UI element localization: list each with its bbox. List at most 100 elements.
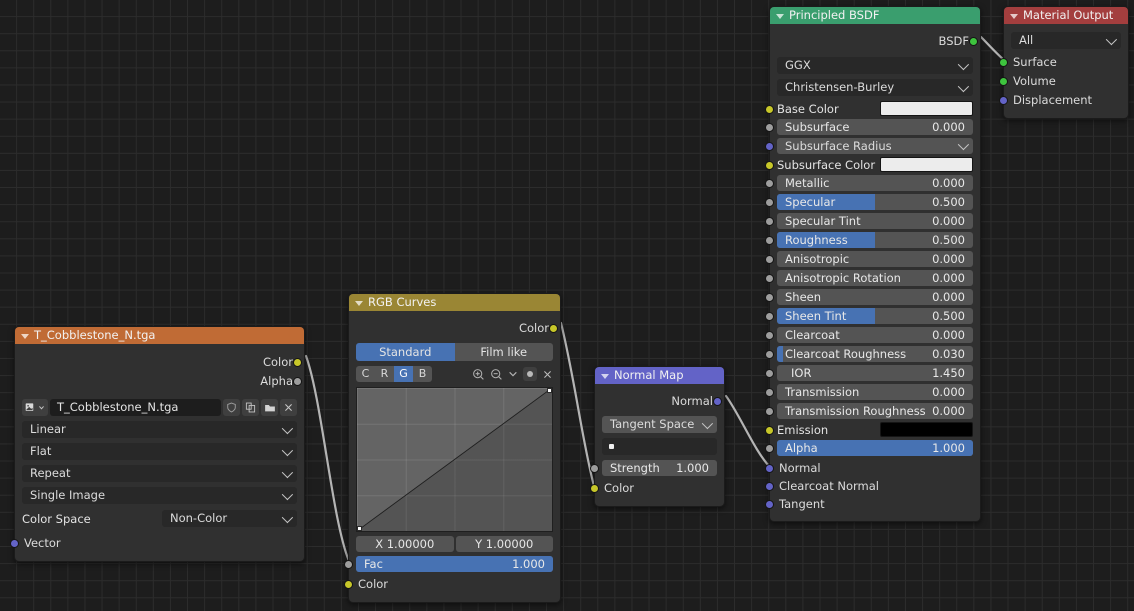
socket-in-roughness[interactable] [765,236,774,245]
fake-user-shield-button[interactable] [223,399,240,416]
projection-dropdown[interactable]: Flat [22,443,297,460]
emission-color-swatch[interactable] [880,422,973,437]
node-material-output-header[interactable]: Material Output [1004,7,1128,24]
unlink-image-button[interactable] [280,399,297,416]
delete-x-icon[interactable] [542,369,553,380]
input-row-subsurface-color[interactable]: Subsurface Color [765,157,973,172]
input-row-subsurface-radius[interactable]: Subsurface Radius [765,138,973,154]
input-row-subsurface[interactable]: Subsurface 0.000 [765,119,973,135]
image-name-field[interactable]: T_Cobblestone_N.tga [50,399,221,416]
output-target-dropdown[interactable]: All [1011,32,1121,49]
collapse-triangle-icon[interactable] [21,333,29,339]
socket-in-metallic[interactable] [765,179,774,188]
anisotropic-rotation-slider[interactable]: Anisotropic Rotation 0.000 [777,270,973,286]
curve-control-point[interactable] [357,526,362,531]
node-principled-bsdf[interactable]: Principled BSDF BSDF GGX Christensen-Bur… [765,6,981,522]
collapse-triangle-icon[interactable] [601,373,609,379]
input-row-strength[interactable]: Strength 1.000 [590,460,717,476]
input-row-emission[interactable]: Emission [765,422,973,437]
input-row-ior[interactable]: IOR 1.450 [765,365,973,381]
socket-in-transmission[interactable] [765,388,774,397]
input-row-base-color[interactable]: Base Color [765,101,973,116]
input-row-sheen[interactable]: Sheen 0.000 [765,289,973,305]
image-datablock-row[interactable]: T_Cobblestone_N.tga [22,399,297,416]
socket-in-emission[interactable] [765,426,774,435]
input-row-transmission-roughness[interactable]: Transmission Roughness 0.000 [765,403,973,419]
socket-in-anisotropic[interactable] [765,255,774,264]
input-row-metallic[interactable]: Metallic 0.000 [765,175,973,191]
curve-widget[interactable] [356,387,553,532]
collapse-triangle-icon[interactable] [355,300,363,306]
socket-in-volume[interactable] [999,77,1008,86]
input-row-anisotropic-rotation[interactable]: Anisotropic Rotation 0.000 [765,270,973,286]
node-rgb-curves[interactable]: RGB Curves Color Standard Film like C R … [344,293,561,603]
alpha-slider[interactable]: Alpha 1.000 [777,440,973,456]
color-space-row[interactable]: Color Space Non-Color [22,510,297,527]
specular-slider[interactable]: Specular 0.500 [777,194,973,210]
collapse-triangle-icon[interactable] [1010,13,1018,19]
sheen-slider[interactable]: Sheen 0.000 [777,289,973,305]
metallic-slider[interactable]: Metallic 0.000 [777,175,973,191]
socket-in-surface[interactable] [999,58,1008,67]
socket-in-clearcoat-normal[interactable] [765,482,774,491]
anisotropic-slider[interactable]: Anisotropic 0.000 [777,251,973,267]
subsurface-radius-dropdown[interactable]: Subsurface Radius [777,138,973,154]
image-datablock-browse-button[interactable] [22,399,48,416]
clearcoat-roughness-slider[interactable]: Clearcoat Roughness 0.030 [777,346,973,362]
extension-dropdown[interactable]: Repeat [22,465,297,482]
subsurface-method-dropdown[interactable]: Christensen-Burley [777,79,973,96]
subsurface-color-swatch[interactable] [880,157,973,172]
input-row-alpha[interactable]: Alpha 1.000 [765,440,973,456]
input-row-roughness[interactable]: Roughness 0.500 [765,232,973,248]
socket-in-clearcoat[interactable] [765,331,774,340]
tonemap-tabs[interactable]: Standard Film like [356,343,553,361]
socket-in-base-color[interactable] [765,105,774,114]
chevron-down-icon[interactable] [508,369,518,379]
channel-buttons[interactable]: C R G B [356,366,432,382]
fac-slider[interactable]: Fac 1.000 [356,556,553,572]
socket-in-color[interactable] [344,580,353,589]
socket-in-anisotropic-rotation[interactable] [765,274,774,283]
channel-r-button[interactable]: R [375,366,394,382]
curve-point-x-field[interactable]: X 1.00000 [356,536,454,552]
socket-in-subsurface[interactable] [765,123,774,132]
socket-in-vector[interactable] [10,539,19,548]
socket-in-color[interactable] [590,484,599,493]
input-row-transmission[interactable]: Transmission 0.000 [765,384,973,400]
input-row-anisotropic[interactable]: Anisotropic 0.000 [765,251,973,267]
socket-in-displacement[interactable] [999,96,1008,105]
socket-in-tangent[interactable] [765,500,774,509]
node-image-texture[interactable]: T_Cobblestone_N.tga Color Alpha T_Cobble… [10,326,305,562]
tab-standard[interactable]: Standard [356,343,455,361]
zoom-out-icon[interactable] [490,368,503,381]
node-rgb-curves-header[interactable]: RGB Curves [349,294,560,311]
tab-film-like[interactable]: Film like [454,343,553,361]
curve-point-coords[interactable]: X 1.00000 Y 1.00000 [356,536,553,552]
strength-slider[interactable]: Strength 1.000 [602,460,717,476]
socket-in-normal[interactable] [765,464,774,473]
socket-in-subsurface-color[interactable] [765,161,774,170]
channel-g-button[interactable]: G [394,366,413,382]
clearcoat-slider[interactable]: Clearcoat 0.000 [777,327,973,343]
channel-c-button[interactable]: C [356,366,375,382]
socket-in-strength[interactable] [590,464,599,473]
channel-b-button[interactable]: B [413,366,432,382]
input-row-specular-tint[interactable]: Specular Tint 0.000 [765,213,973,229]
clipping-toggle-button[interactable] [523,367,537,381]
roughness-slider[interactable]: Roughness 0.500 [777,232,973,248]
distribution-dropdown[interactable]: GGX [777,57,973,74]
specular-tint-slider[interactable]: Specular Tint 0.000 [777,213,973,229]
curve-control-point[interactable] [547,388,552,393]
interpolation-dropdown[interactable]: Linear [22,421,297,438]
input-row-clearcoat-roughness[interactable]: Clearcoat Roughness 0.030 [765,346,973,362]
zoom-in-icon[interactable] [472,368,485,381]
curve-toolbar[interactable]: C R G B [356,366,553,382]
ior-slider[interactable]: IOR 1.450 [777,365,973,381]
node-material-output[interactable]: Material Output All Surface Volume Displ… [999,6,1129,119]
node-normal-map[interactable]: Normal Map Normal Tangent Space Strength… [590,366,725,507]
new-copy-button[interactable] [242,399,259,416]
socket-in-fac[interactable] [344,560,353,569]
socket-in-sheen[interactable] [765,293,774,302]
node-image-texture-header[interactable]: T_Cobblestone_N.tga [15,327,304,344]
socket-in-transmission-roughness[interactable] [765,407,774,416]
